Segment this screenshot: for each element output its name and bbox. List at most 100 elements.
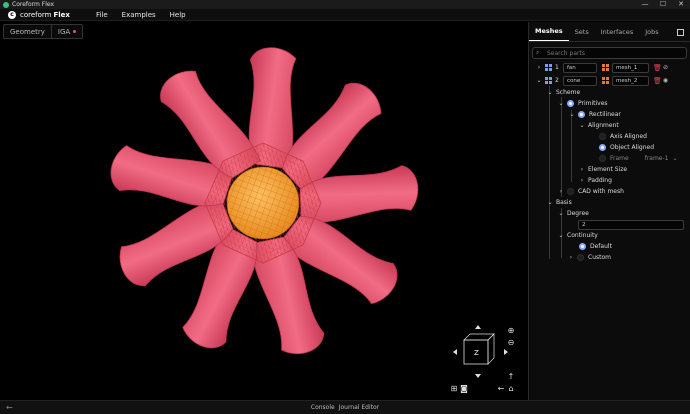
up-arrow-icon[interactable]: ↑ <box>506 372 516 382</box>
back-arrow-icon[interactable]: ← <box>496 384 506 394</box>
zoom-out-icon[interactable]: ⊖ <box>506 338 516 348</box>
tree-axis-aligned[interactable]: Axis Aligned <box>529 131 690 142</box>
chevron-right-icon[interactable]: › <box>578 166 586 173</box>
tab-sets[interactable]: Sets <box>569 28 595 41</box>
tree-scheme[interactable]: ⌄ Scheme <box>529 87 690 98</box>
tree-rectilinear[interactable]: ⌄ Rectilinear <box>529 109 690 120</box>
chevron-down-icon[interactable]: ⌄ <box>578 122 586 129</box>
view-cube-label: Z <box>474 349 479 357</box>
delete-icon[interactable]: 🗑 <box>653 77 662 85</box>
degree-input[interactable]: 2 <box>578 219 684 230</box>
rotate-up-icon[interactable] <box>475 325 481 329</box>
home-icon[interactable]: ⌂ <box>506 384 516 394</box>
menu-examples[interactable]: Examples <box>122 11 156 19</box>
chevron-right-icon[interactable]: › <box>578 177 586 184</box>
menu-help[interactable]: Help <box>170 11 186 19</box>
console-tab[interactable]: Console <box>311 404 335 411</box>
part-name-field[interactable]: cone <box>563 75 597 86</box>
radio-primitives[interactable] <box>567 100 574 107</box>
mesh-name-field[interactable]: mesh_1 <box>612 62 649 73</box>
part-icon <box>545 64 552 71</box>
app-icon <box>3 1 9 8</box>
expand-chevron-icon[interactable]: › <box>535 64 543 71</box>
tree-alignment[interactable]: ⌄ Alignment <box>529 120 690 131</box>
tab-meshes[interactable]: Meshes <box>529 27 569 41</box>
rotate-down-icon[interactable] <box>475 374 481 378</box>
chevron-down-icon[interactable]: ⌄ <box>672 155 677 162</box>
coreform-logo-icon: c <box>8 10 16 19</box>
tree-continuity[interactable]: ⌄ Continuity <box>529 230 690 241</box>
tree-degree-value: 2 <box>529 219 690 230</box>
tree-default[interactable]: Default <box>529 241 690 252</box>
chevron-right-icon[interactable]: › <box>557 188 565 195</box>
tab-iga[interactable]: IGA <box>50 25 82 38</box>
collapse-chevron-icon[interactable]: ⌄ <box>535 77 543 84</box>
tree-object-aligned[interactable]: Object Aligned <box>529 142 690 153</box>
tree-custom[interactable]: › Custom <box>529 252 690 263</box>
brand-name: coreform <box>20 10 52 19</box>
chevron-right-icon[interactable]: › <box>567 254 575 261</box>
chevron-down-icon[interactable]: ⌄ <box>557 232 565 239</box>
eye-hidden-icon[interactable]: ⊘ <box>661 64 670 71</box>
tab-jobs[interactable]: Jobs <box>639 28 664 41</box>
chevron-down-icon[interactable]: ⌄ <box>546 199 554 206</box>
search-box[interactable]: ⌕ <box>532 47 687 59</box>
view-cube[interactable]: Z <box>450 324 510 384</box>
delete-icon[interactable]: 🗑 <box>653 64 662 72</box>
maximize-button[interactable]: ☐ <box>654 0 672 9</box>
tab-interfaces[interactable]: Interfaces <box>595 28 640 41</box>
radio-custom[interactable] <box>577 254 584 261</box>
part-name-field[interactable]: fan <box>563 62 597 73</box>
properties-panel: Meshes Sets Interfaces Jobs ⌕ › 1 fan me… <box>528 22 690 400</box>
tree-basis[interactable]: ⌄ Basis <box>529 197 690 208</box>
tree-frame[interactable]: Frame frame-1 ⌄ <box>529 153 690 164</box>
journal-editor-tab[interactable]: Journal Editor <box>339 404 379 411</box>
radio-cad-with-mesh[interactable] <box>567 188 574 195</box>
radio-axis-aligned[interactable] <box>599 133 606 140</box>
zoom-in-icon[interactable]: ⊕ <box>506 326 516 336</box>
tree-element-size[interactable]: › Element Size <box>529 164 690 175</box>
mesh-name-field[interactable]: mesh_2 <box>612 75 649 86</box>
chevron-down-icon[interactable]: ⌄ <box>546 89 554 96</box>
tree-primitives[interactable]: ⌄ Primitives <box>529 98 690 109</box>
radio-default[interactable] <box>579 243 586 250</box>
menu-bar: c coreform Flex File Examples Help <box>0 9 690 21</box>
fan-model[interactable] <box>0 22 528 400</box>
window-title: Coreform Flex <box>12 1 55 8</box>
part-row-fan[interactable]: › 1 fan mesh_1 🗑 ⊘ <box>529 62 690 73</box>
iga-status-dot <box>73 30 77 33</box>
tree-degree[interactable]: ⌄ Degree <box>529 208 690 219</box>
radio-object-aligned[interactable] <box>599 144 606 151</box>
search-icon: ⌕ <box>536 49 540 56</box>
chevron-down-icon[interactable]: ⌄ <box>557 210 565 217</box>
rotate-left-icon[interactable] <box>453 349 457 355</box>
chevron-down-icon[interactable]: ⌄ <box>568 111 576 118</box>
frame-select[interactable]: frame-1 <box>645 155 669 162</box>
chevron-down-icon[interactable]: ⌄ <box>557 100 565 107</box>
part-index: 2 <box>555 77 559 84</box>
rotate-right-icon[interactable] <box>504 349 508 355</box>
expand-panel-icon[interactable] <box>677 29 684 36</box>
collapse-arrow-icon[interactable]: ← <box>6 403 13 412</box>
minimize-button[interactable]: — <box>636 0 654 9</box>
app-logo: c coreform Flex <box>8 10 70 19</box>
viewport-mode-tabs: Geometry IGA <box>3 24 84 39</box>
3d-viewport[interactable]: Geometry IGA Z ⊕ ⊖ ↑ ← ⌂ ⊞ ◙ <box>0 22 528 400</box>
grid-view-icon[interactable]: ⊞ <box>449 384 459 394</box>
radio-rectilinear[interactable] <box>578 111 585 118</box>
status-bar: ← Console Journal Editor <box>0 400 690 414</box>
menu-file[interactable]: File <box>96 11 108 19</box>
title-bar: Coreform Flex — ☐ ✕ <box>0 0 690 9</box>
tab-geometry[interactable]: Geometry <box>4 25 51 38</box>
close-button[interactable]: ✕ <box>672 0 690 9</box>
search-parts-input[interactable] <box>547 49 677 57</box>
part-index: 1 <box>555 64 559 71</box>
part-row-cone[interactable]: ⌄ 2 cone mesh_2 🗑 ◉ <box>529 75 690 86</box>
tree-padding[interactable]: › Padding <box>529 175 690 186</box>
eye-icon[interactable]: ◉ <box>661 77 670 84</box>
camera-icon[interactable]: ◙ <box>459 384 469 394</box>
radio-frame[interactable] <box>599 155 606 162</box>
mesh-icon <box>602 77 609 84</box>
tree-cad-with-mesh[interactable]: › CAD with mesh <box>529 186 690 197</box>
hub <box>226 166 300 240</box>
